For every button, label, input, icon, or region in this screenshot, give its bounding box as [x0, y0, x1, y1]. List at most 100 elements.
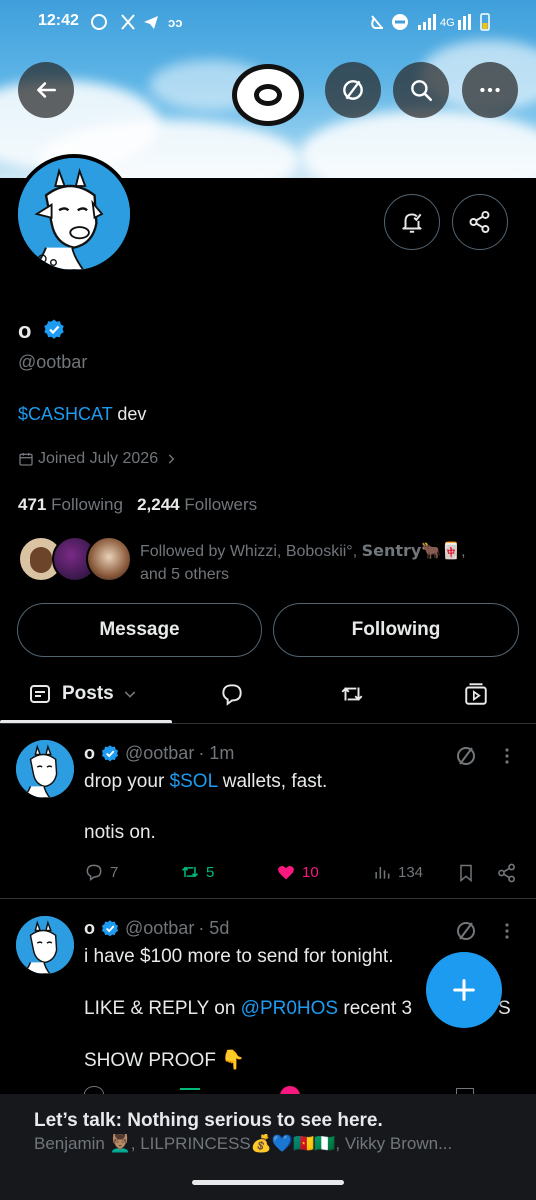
heart-filled-icon [278, 866, 294, 880]
post-text-line3: SHOW PROOF 👇 [84, 1050, 245, 1071]
post-author-avatar[interactable] [16, 740, 74, 798]
post-text: wallets, fast. [217, 771, 328, 792]
followed-by-line2: and 5 others [140, 566, 229, 583]
followers-you-know-avatars[interactable] [18, 536, 132, 584]
circle-slash-icon [343, 80, 363, 100]
reposts-icon [341, 687, 363, 701]
post-text: recent 3 [338, 998, 413, 1019]
banner-o-logo [232, 64, 304, 126]
repost-icon [181, 866, 199, 878]
media-icon [465, 683, 487, 705]
search-button[interactable] [393, 62, 449, 118]
reply-count: 7 [110, 863, 119, 881]
spaces-participants: Benjamin 💆🏽‍♂️, LILPRINCESS💰💙🇨🇲🇳🇬, Vikky… [34, 1134, 453, 1153]
post-author-handle[interactable]: @ootbar [125, 743, 194, 764]
giraffe-avatar-image [16, 916, 74, 974]
profile-handle: @ootbar [18, 352, 88, 372]
post-header: o @ootbar · 5d [84, 918, 229, 939]
post-text-line2: notis on. [84, 822, 156, 843]
repost-count: 5 [206, 863, 215, 881]
post-divider [0, 898, 536, 899]
tab-media[interactable] [454, 672, 498, 716]
more-button[interactable] [462, 62, 518, 118]
profile-name: o [18, 318, 66, 344]
following-label: Following [51, 495, 123, 514]
following-button[interactable]: Following [273, 603, 519, 657]
plus-icon [453, 979, 475, 1001]
cashtag-link[interactable]: $SOL [170, 771, 218, 792]
back-button[interactable] [18, 62, 74, 118]
followed-by-text[interactable]: Followed by Whizzi, Boboskii°, 𝗦𝗲𝗻𝘁𝗿𝘆🐂🀄,… [140, 540, 466, 586]
tab-posts[interactable]: Posts [28, 672, 158, 716]
bio-text: dev [112, 404, 147, 424]
followed-by-line1: Followed by Whizzi, Boboskii°, 𝗦𝗲𝗻𝘁𝗿𝘆🐂🀄, [140, 543, 466, 560]
post-time: · 1m [198, 743, 235, 763]
bio-cashtag-link[interactable]: $CASHCAT [18, 404, 112, 424]
display-name: o [18, 318, 32, 343]
circle-slash-icon[interactable] [454, 919, 478, 943]
like-count: 10 [302, 863, 319, 881]
calendar-icon [19, 453, 33, 466]
joined-date[interactable]: Joined July 2026 [18, 450, 178, 468]
reply-action[interactable]: 7 [84, 862, 118, 882]
post-more-icon[interactable] [500, 921, 514, 941]
post-author-name[interactable]: o [84, 918, 95, 939]
giraffe-avatar-image [18, 158, 130, 270]
bell-check-icon [402, 213, 422, 233]
following-count: 471 [18, 495, 47, 514]
spaces-bar[interactable]: Let’s talk: Nothing serious to see here.… [0, 1094, 536, 1200]
status-time: 12:42 [38, 12, 79, 29]
followers-stat[interactable]: 2,244 Followers [137, 495, 257, 514]
tabs-divider [0, 723, 536, 724]
posts-icon [30, 685, 50, 703]
followers-count: 2,244 [137, 495, 180, 514]
tab-reposts[interactable] [330, 672, 374, 716]
chevron-down-icon [124, 691, 135, 698]
post-time: · 5d [198, 918, 230, 938]
view-count: 134 [398, 863, 424, 881]
post-header: o @ootbar · 1m [84, 743, 234, 764]
profile-avatar[interactable] [14, 154, 134, 274]
giraffe-avatar-image [16, 740, 74, 798]
replies-icon [222, 684, 242, 706]
post-author-name[interactable]: o [84, 743, 95, 764]
tab-replies[interactable] [210, 672, 254, 716]
reply-icon [86, 864, 102, 881]
following-stat[interactable]: 471 Following [18, 495, 123, 514]
like-action[interactable]: 10 [276, 862, 319, 882]
share-button[interactable] [452, 194, 508, 250]
post-text-line1: drop your $SOL wallets, fast. [84, 771, 327, 793]
post-author-avatar[interactable] [16, 916, 74, 974]
views-action[interactable]: 134 [372, 862, 423, 882]
post-text: LIKE & REPLY on [84, 998, 241, 1019]
verified-badge-icon [43, 319, 64, 339]
post-actions-partial [84, 1086, 524, 1094]
svg-text:4G: 4G [440, 17, 455, 29]
share-icon[interactable] [496, 862, 518, 884]
followers-label: Followers [184, 495, 258, 514]
share-icon [469, 210, 490, 234]
status-left-icons: ɔɔ [91, 14, 182, 30]
post-text-line1: i have $100 more to send for tonight. [84, 946, 394, 967]
post-more-icon[interactable] [500, 746, 514, 766]
message-button[interactable]: Message [17, 603, 262, 657]
compose-fab[interactable] [426, 952, 502, 1028]
post-1[interactable]: o @ootbar · 1m drop your $SOL wallets, f… [0, 726, 536, 896]
not-interested-button[interactable] [325, 62, 381, 118]
search-icon [411, 80, 433, 102]
profile-bio: $CASHCAT dev [18, 404, 146, 425]
arrow-left-icon [37, 82, 56, 98]
bookmark-icon[interactable] [456, 862, 476, 884]
notifications-button[interactable] [384, 194, 440, 250]
post-text: drop your [84, 771, 170, 792]
verified-badge-icon [101, 744, 119, 761]
spaces-title: Let’s talk: Nothing serious to see here. [34, 1110, 383, 1131]
circle-slash-icon[interactable] [454, 744, 478, 768]
verified-badge-icon [101, 919, 119, 936]
post-author-handle[interactable]: @ootbar [125, 918, 194, 939]
mention-link[interactable]: @PR0HOS [241, 998, 338, 1019]
home-indicator[interactable] [192, 1180, 344, 1185]
joined-text: Joined July 2026 [38, 450, 159, 467]
views-icon [375, 867, 390, 879]
repost-action[interactable]: 5 [180, 862, 214, 882]
